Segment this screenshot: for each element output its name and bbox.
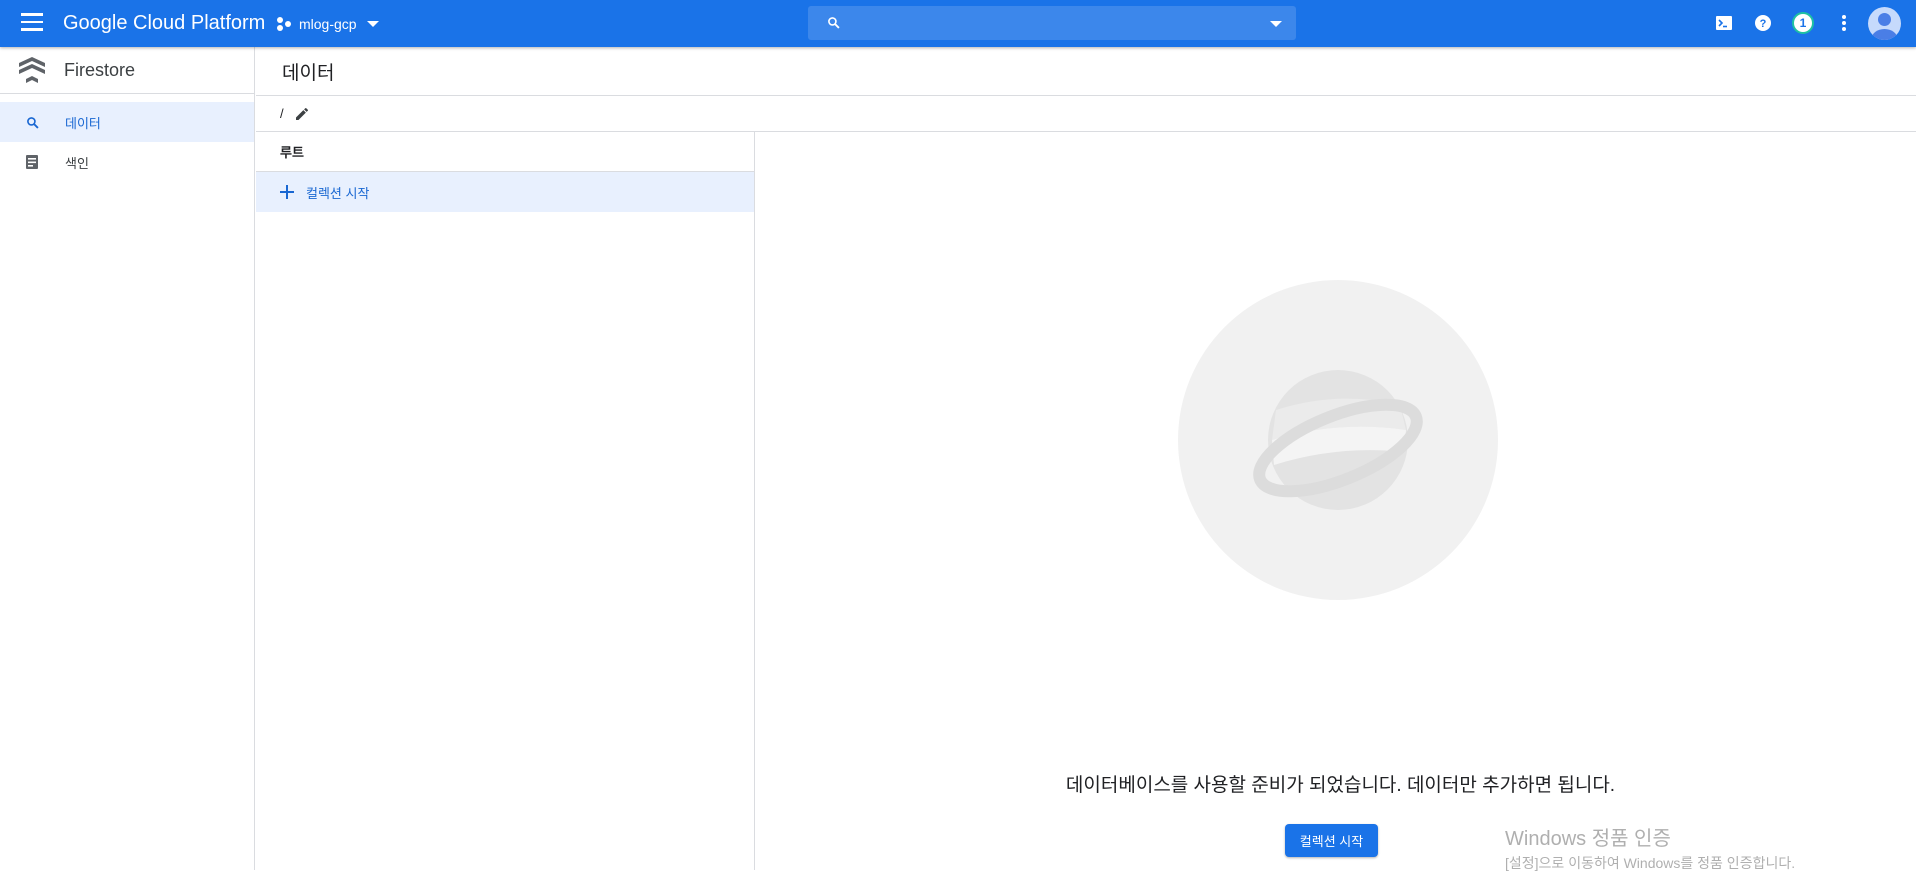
page-title: 데이터 bbox=[256, 47, 1916, 96]
planet-illustration-icon bbox=[1178, 280, 1498, 600]
project-name: mlog-gcp bbox=[299, 16, 357, 32]
sidebar-item-data[interactable]: 데이터 bbox=[0, 102, 254, 142]
root-header: 루트 bbox=[256, 132, 754, 172]
cloud-shell-icon[interactable] bbox=[1713, 12, 1735, 34]
sidebar-item-label: 데이터 bbox=[65, 115, 101, 131]
watermark-title: Windows 정품 인증 bbox=[1505, 828, 1671, 850]
search-bar[interactable] bbox=[808, 6, 1296, 40]
search-dropdown-icon[interactable] bbox=[1270, 21, 1282, 27]
notifications-button[interactable]: 1 bbox=[1792, 12, 1814, 34]
sidebar-item-label: 색인 bbox=[65, 155, 89, 171]
notification-count-badge: 1 bbox=[1792, 12, 1814, 34]
empty-state-message: 데이터베이스를 사용할 준비가 되었습니다. 데이터만 추가하면 됩니다. bbox=[1065, 775, 1616, 796]
account-avatar[interactable] bbox=[1868, 7, 1901, 40]
windows-activation-watermark: Windows 정품 인증 [설정]으로 이동하여 Windows를 정품 인증… bbox=[1505, 822, 1795, 873]
search-input[interactable] bbox=[852, 6, 1252, 40]
start-collection-row[interactable]: 컬렉션 시작 bbox=[256, 172, 754, 212]
sidebar: Firestore 데이터 색인 bbox=[0, 47, 255, 870]
edit-pencil-icon[interactable] bbox=[294, 106, 310, 122]
project-icon bbox=[277, 17, 293, 31]
sidebar-header: Firestore bbox=[0, 47, 254, 94]
project-selector[interactable]: mlog-gcp bbox=[277, 13, 379, 35]
path-text: / bbox=[280, 106, 284, 121]
watermark-subtitle: [설정]으로 이동하여 Windows를 정품 인증합니다. bbox=[1505, 855, 1796, 871]
search-icon bbox=[828, 17, 840, 29]
top-app-bar: Google Cloud Platform mlog-gcp ? 1 bbox=[0, 0, 1916, 47]
index-icon bbox=[24, 154, 40, 170]
help-icon[interactable]: ? bbox=[1752, 12, 1774, 34]
more-vert-icon[interactable] bbox=[1833, 12, 1855, 34]
start-collection-label: 컬렉션 시작 bbox=[306, 185, 370, 201]
svg-text:?: ? bbox=[1760, 18, 1767, 30]
search-icon bbox=[24, 114, 40, 130]
breadcrumb: / bbox=[256, 96, 1916, 132]
chevron-down-icon bbox=[366, 21, 379, 27]
empty-state-panel: 데이터베이스를 사용할 준비가 되었습니다. 데이터만 추가하면 됩니다. 컬렉… bbox=[756, 132, 1916, 870]
sidebar-item-index[interactable]: 색인 bbox=[0, 142, 254, 182]
start-collection-button[interactable]: 컬렉션 시작 bbox=[1285, 824, 1378, 857]
hamburger-menu-icon[interactable] bbox=[21, 13, 43, 31]
main-content: 데이터 / 루트 컬렉션 시작 데이터베이스를 사용할 준비가 되었습니다. 데… bbox=[256, 47, 1916, 870]
plus-icon bbox=[280, 185, 294, 199]
firestore-logo-icon bbox=[19, 57, 45, 83]
root-column: 루트 컬렉션 시작 bbox=[256, 132, 755, 870]
brand-title[interactable]: Google Cloud Platform bbox=[63, 12, 265, 35]
product-title: Firestore bbox=[64, 59, 136, 80]
